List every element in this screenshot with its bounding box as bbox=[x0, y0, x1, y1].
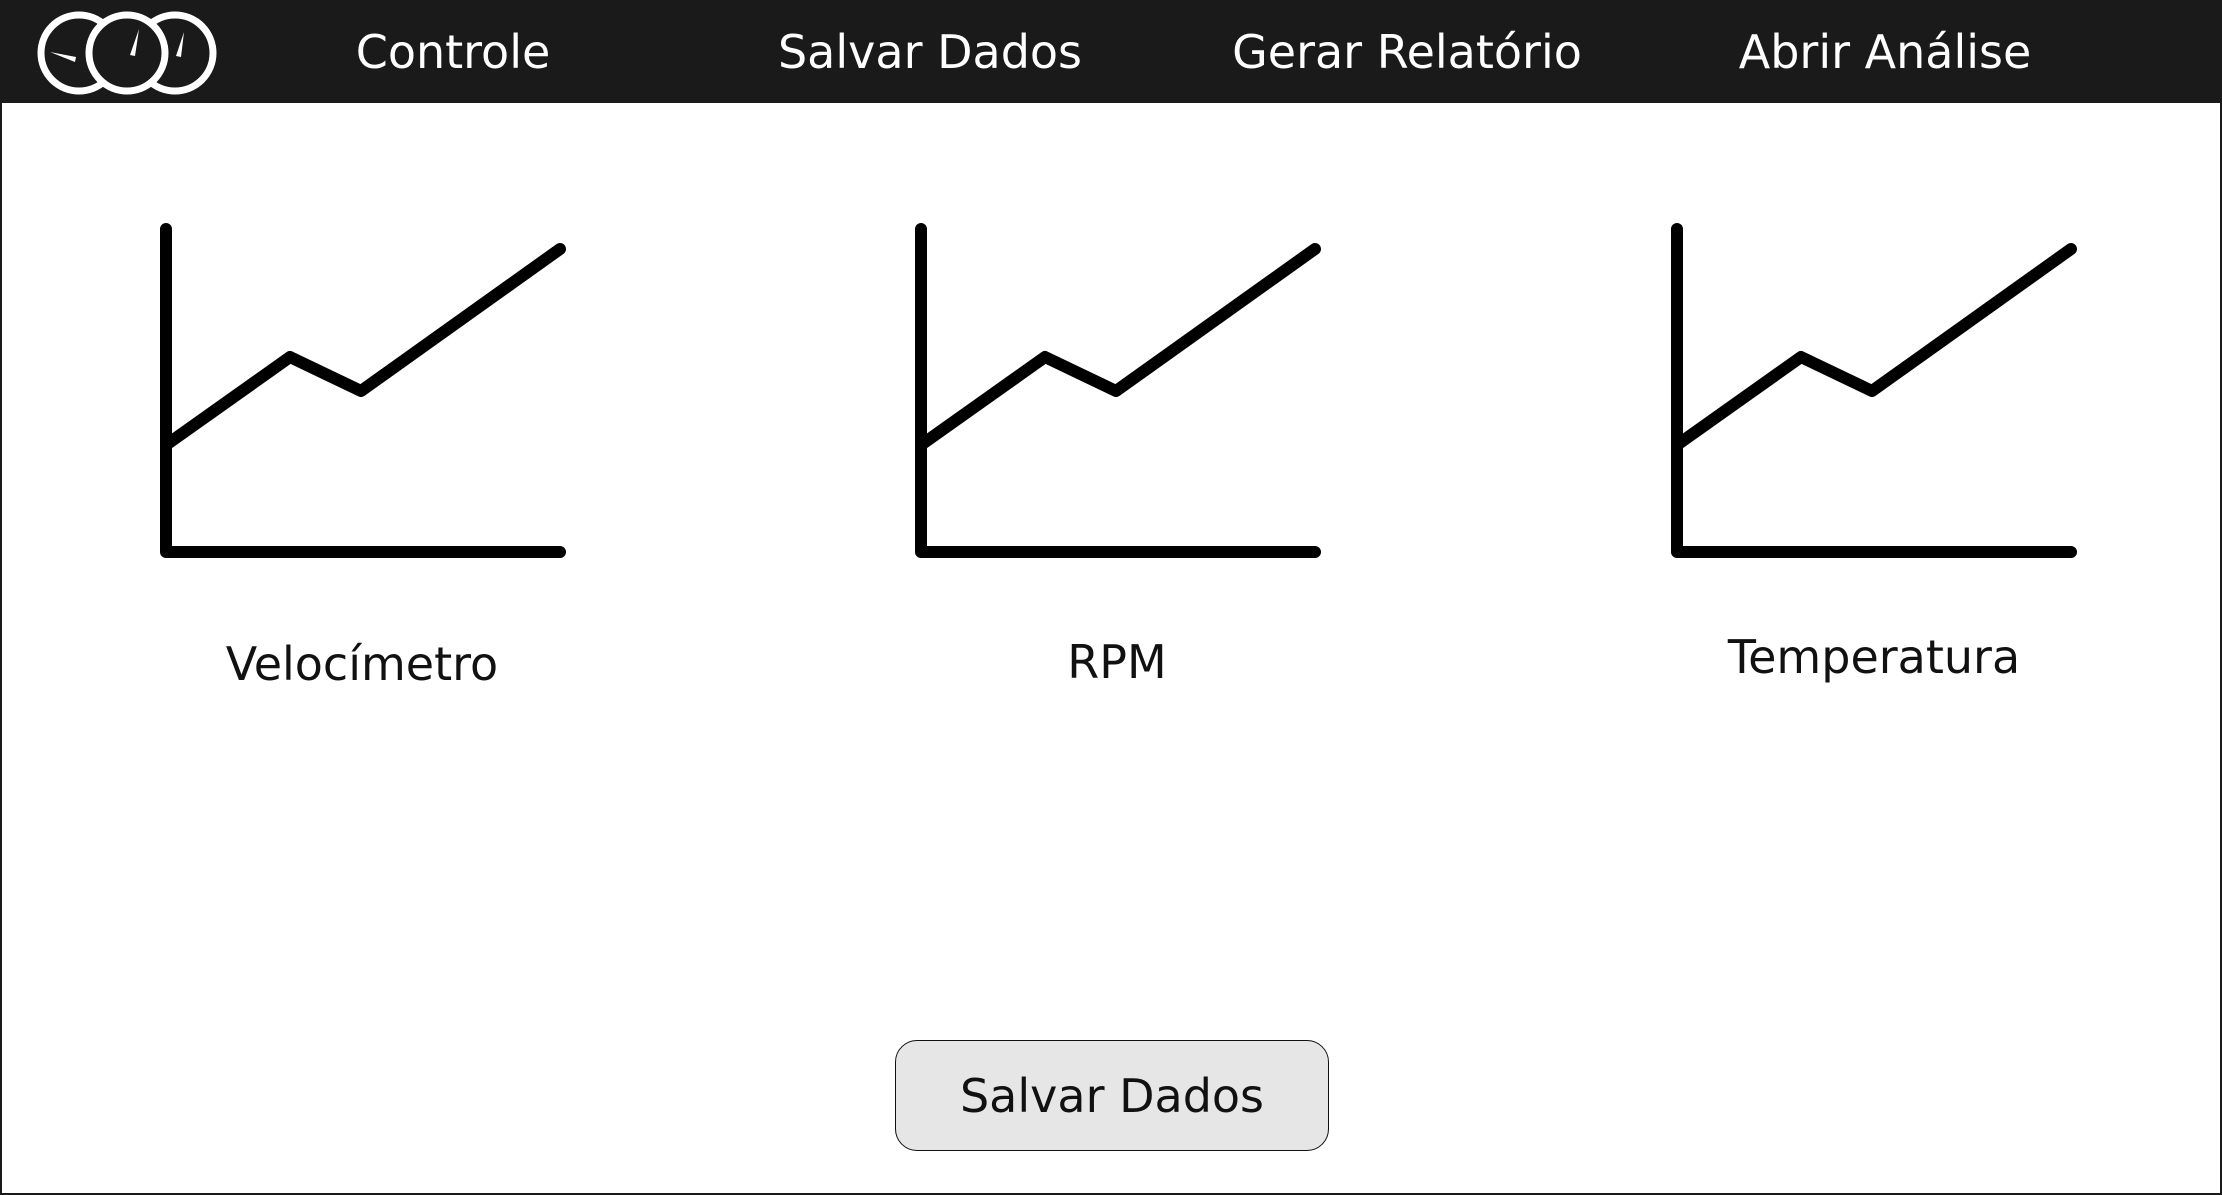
line-chart-icon bbox=[915, 223, 1321, 558]
nav-item-abrir-analise[interactable]: Abrir Análise bbox=[1739, 2, 2032, 103]
panel-label-temperatura: Temperatura bbox=[1727, 630, 2021, 684]
app-window: Controle Salvar Dados Gerar Relatório Ab… bbox=[0, 0, 2222, 1195]
line-chart-icon bbox=[160, 223, 566, 558]
panel-label-velocimetro: Velocímetro bbox=[225, 637, 499, 691]
gauges-logo-icon[interactable] bbox=[36, 10, 218, 96]
panel-label-rpm: RPM bbox=[1067, 635, 1167, 689]
save-data-button[interactable]: Salvar Dados bbox=[895, 1040, 1329, 1151]
nav-item-controle[interactable]: Controle bbox=[356, 2, 551, 103]
nav-item-salvar-dados[interactable]: Salvar Dados bbox=[778, 2, 1082, 103]
line-chart-icon bbox=[1671, 223, 2077, 558]
nav-item-gerar-relatorio[interactable]: Gerar Relatório bbox=[1232, 2, 1582, 103]
top-navigation-bar: Controle Salvar Dados Gerar Relatório Ab… bbox=[2, 2, 2220, 103]
